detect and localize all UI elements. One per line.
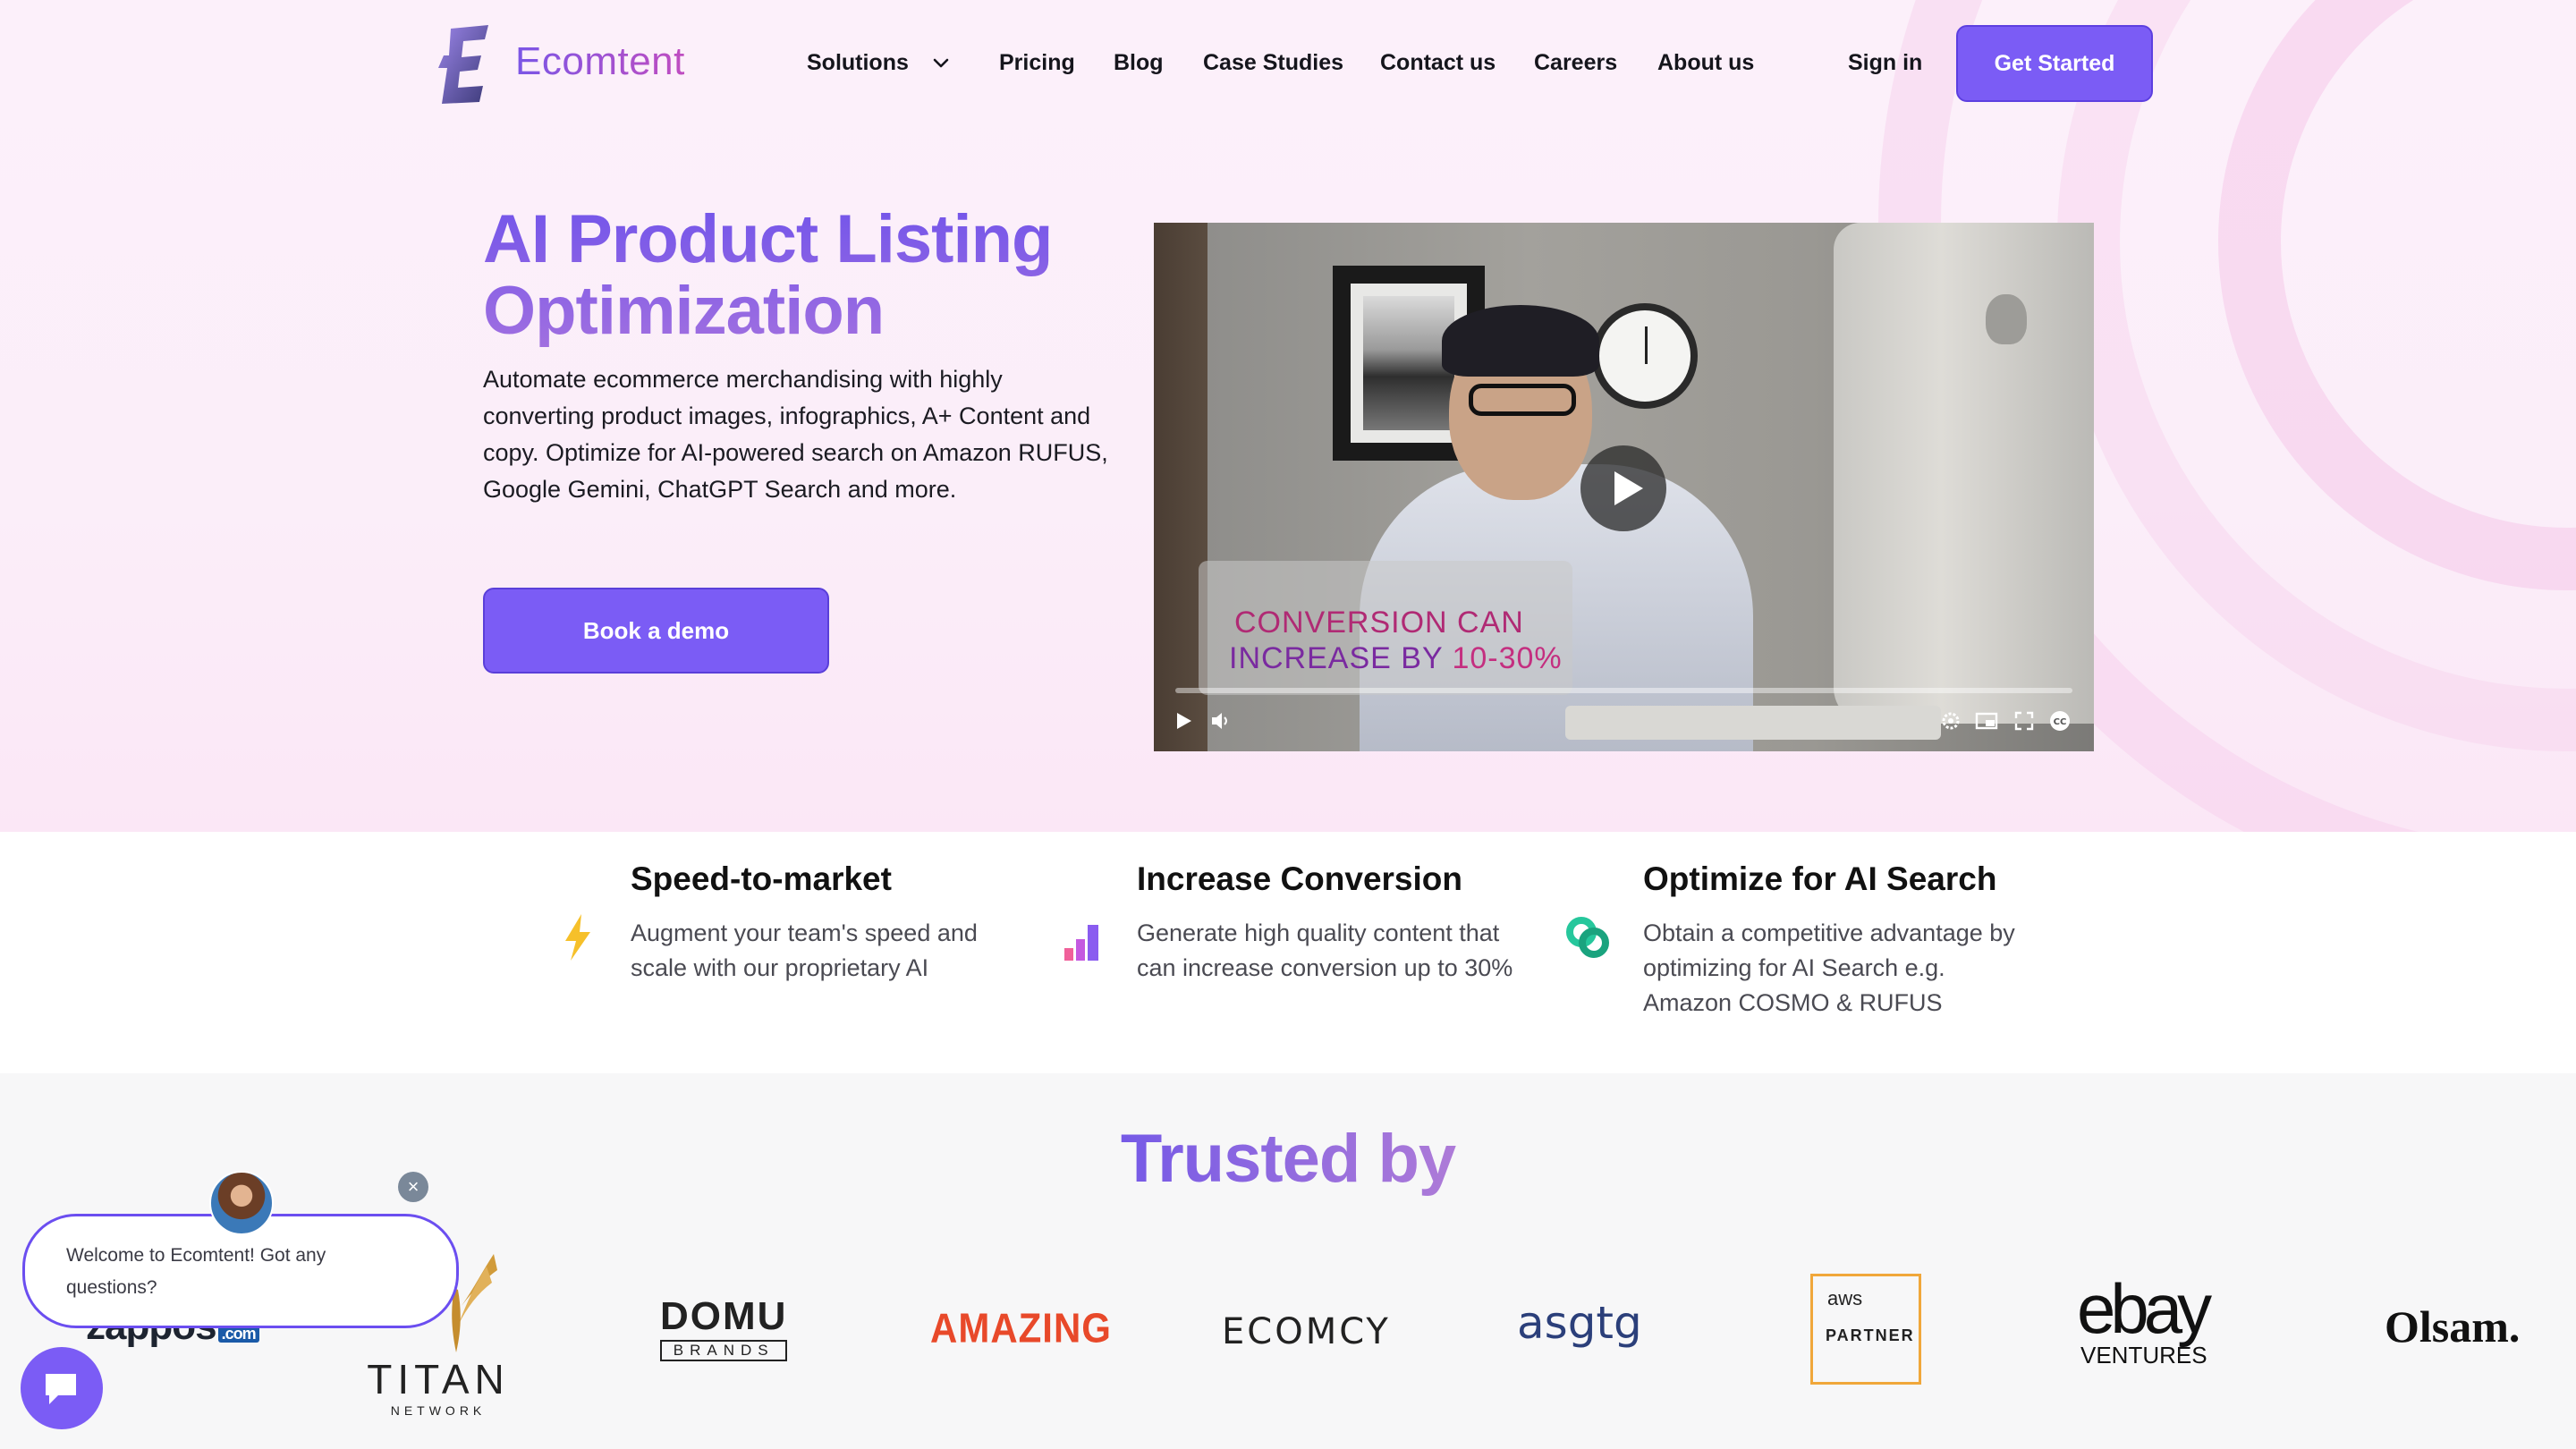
video-progress-bar[interactable] (1175, 688, 2072, 693)
book-demo-button[interactable]: Book a demo (483, 588, 829, 674)
video-wall-clock (1592, 303, 1698, 409)
settings-icon[interactable] (1939, 709, 1962, 733)
video-play-button[interactable] (1580, 445, 1666, 531)
feature-title-ai-search: Optimize for AI Search (1643, 860, 1997, 897)
aws-partner-logo: aws PARTNER (1810, 1274, 1921, 1385)
logo-text: Ecomtent (515, 39, 685, 83)
video-player[interactable]: CONVERSION CAN INCREASE BY 10-30% CC (1154, 223, 2094, 751)
nav-solutions[interactable]: Solutions (807, 50, 909, 76)
nav-case-studies[interactable]: Case Studies (1203, 50, 1343, 76)
domu-brands-logo: DOMU BRANDS (660, 1297, 788, 1361)
olsam-logo: Olsam. (2385, 1301, 2521, 1352)
video-monitor (1834, 223, 2094, 724)
fullscreen-icon[interactable] (2012, 709, 2036, 733)
ebay-ventures-logo: ebay VENTURES (2077, 1269, 2212, 1368)
feature-desc-ai-search: Obtain a competitive advantage by optimi… (1643, 919, 2015, 1016)
ecomcy-logo: ECOMCY (1222, 1311, 1391, 1352)
ecomtent-logo-icon (438, 25, 488, 104)
captions-icon[interactable]: CC (2048, 709, 2072, 733)
nav-careers[interactable]: Careers (1534, 50, 1617, 76)
video-keyboard (1565, 706, 1941, 740)
close-icon[interactable]: × (398, 1172, 428, 1202)
knot-icon (1566, 917, 1609, 958)
picture-in-picture-icon[interactable] (1975, 709, 1998, 733)
feature-desc-conversion: Generate high quality content that can i… (1137, 919, 1513, 981)
video-person-hair (1442, 305, 1599, 377)
chat-launcher-button[interactable] (21, 1347, 103, 1429)
hero-description: Automate ecommerce merchandising with hi… (483, 366, 1108, 503)
feature-title-conversion: Increase Conversion (1137, 860, 1462, 897)
get-started-button[interactable]: Get Started (1956, 25, 2153, 102)
nav-about-us[interactable]: About us (1657, 50, 1754, 76)
chat-welcome-message: Welcome to Ecomtent! Got any questions? (66, 1245, 326, 1298)
video-caption-prefix: INCREASE BY (1229, 641, 1444, 675)
chat-bubble-icon (46, 1374, 76, 1404)
feature-title-speed: Speed-to-market (631, 860, 892, 897)
volume-icon[interactable] (1209, 709, 1233, 733)
chevron-down-icon[interactable] (930, 52, 952, 73)
sign-in-link[interactable]: Sign in (1848, 50, 1922, 76)
feature-desc-speed: Augment your team's speed and scale with… (631, 919, 978, 981)
nav-pricing[interactable]: Pricing (999, 50, 1075, 76)
video-person-glasses (1469, 384, 1576, 416)
apple-logo-icon (1986, 294, 2027, 344)
chat-agent-avatar (209, 1171, 274, 1235)
video-caption-line-1: CONVERSION CAN (1234, 606, 1524, 640)
bar-chart-icon (1064, 925, 1098, 961)
amazing-logo: AMAZING (930, 1304, 1112, 1352)
asgtg-logo: asgtg (1517, 1297, 1642, 1349)
hero-title: AI Product Listing Optimization (483, 204, 1163, 347)
trusted-title: Trusted by (0, 1120, 2576, 1198)
play-icon[interactable] (1172, 709, 1195, 733)
svg-text:CC: CC (2054, 717, 2067, 727)
nav-blog[interactable]: Blog (1114, 50, 1164, 76)
nav-contact-us[interactable]: Contact us (1380, 50, 1496, 76)
video-caption-line-2: INCREASE BY 10-30% (1229, 641, 1563, 676)
lightning-icon (565, 914, 590, 961)
video-caption-highlight: 10-30% (1452, 641, 1563, 675)
